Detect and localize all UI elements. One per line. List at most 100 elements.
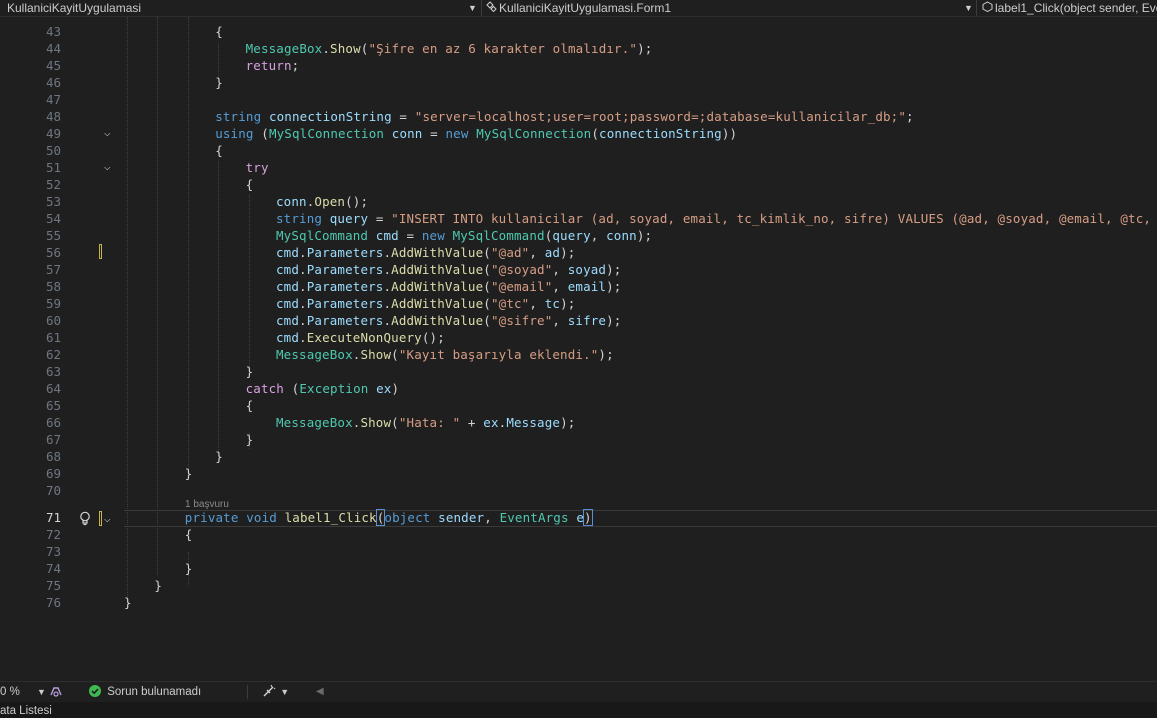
code-token: (); bbox=[421, 330, 445, 345]
code-line[interactable]: 52 { bbox=[0, 176, 1157, 193]
code-line[interactable]: 75} bbox=[0, 577, 1157, 594]
code-line[interactable]: 53 conn.Open(); bbox=[0, 193, 1157, 210]
code-token: } bbox=[184, 561, 193, 576]
code-text[interactable]: cmd.Parameters.AddWithValue("@soyad", so… bbox=[276, 261, 621, 278]
code-cleanup-button[interactable]: ▼ bbox=[262, 682, 289, 702]
code-token: "@sifre" bbox=[490, 313, 553, 328]
code-token: ); bbox=[598, 347, 614, 362]
code-text[interactable]: cmd.Parameters.AddWithValue("@sifre", si… bbox=[276, 312, 621, 329]
code-line[interactable]: 66 MessageBox.Show("Hata: " + ex.Message)… bbox=[0, 414, 1157, 431]
code-text[interactable]: } bbox=[215, 448, 223, 465]
code-line[interactable]: 59 cmd.Parameters.AddWithValue("@tc", tc)… bbox=[0, 295, 1157, 312]
code-line[interactable]: 69} bbox=[0, 465, 1157, 482]
code-text[interactable]: try bbox=[246, 159, 269, 176]
code-line[interactable]: 55 MySqlCommand cmd = new MySqlCommand(qu… bbox=[0, 227, 1157, 244]
code-text[interactable]: string connectionString = "server=localh… bbox=[215, 108, 914, 125]
code-text[interactable]: } bbox=[246, 363, 254, 380]
line-number: 76 bbox=[45, 595, 61, 610]
code-text[interactable]: } bbox=[154, 577, 162, 594]
code-line[interactable]: 47 bbox=[0, 91, 1157, 108]
code-token: return bbox=[245, 58, 292, 73]
code-token: , bbox=[590, 228, 607, 243]
code-token: connectionString bbox=[599, 126, 722, 141]
copilot-icon[interactable] bbox=[49, 682, 65, 702]
code-token: ); bbox=[636, 228, 653, 243]
code-line[interactable]: 54 string query = "INSERT INTO kullanicil… bbox=[0, 210, 1157, 227]
code-editor[interactable]: 1 başvuru ⌵ ⌵ ⌵ 43{44 MessageBox.Show("Şi… bbox=[0, 17, 1157, 681]
tab-error-list[interactable]: ata Listesi bbox=[0, 705, 52, 717]
code-text[interactable]: MessageBox.Show("Kayıt başarıyla eklendi… bbox=[276, 346, 614, 363]
code-line[interactable]: 46} bbox=[0, 74, 1157, 91]
code-line[interactable]: 63} bbox=[0, 363, 1157, 380]
code-token: } bbox=[215, 449, 223, 464]
code-line[interactable]: 62 MessageBox.Show("Kayıt başarıyla eklen… bbox=[0, 346, 1157, 363]
method-icon bbox=[980, 0, 994, 16]
code-line[interactable]: 50 { bbox=[0, 142, 1157, 159]
issues-indicator[interactable]: Sorun bulunamadı bbox=[89, 682, 201, 702]
code-text[interactable]: MessageBox.Show("Hata: " + ex.Message); bbox=[276, 414, 575, 431]
code-token: ); bbox=[560, 296, 576, 311]
code-line[interactable]: 64 catch (Exception ex) bbox=[0, 380, 1157, 397]
code-text[interactable]: cmd.ExecuteNonQuery(); bbox=[276, 329, 445, 346]
code-text[interactable]: string query = "INSERT INTO kullanicilar… bbox=[276, 210, 1157, 227]
code-line[interactable]: 58 cmd.Parameters.AddWithValue("@email", … bbox=[0, 278, 1157, 295]
code-line[interactable]: 67} bbox=[0, 431, 1157, 448]
code-line[interactable]: 51 try bbox=[0, 159, 1157, 176]
code-line[interactable]: 43 { bbox=[0, 23, 1157, 40]
code-text[interactable]: } bbox=[246, 431, 254, 448]
code-token: Parameters bbox=[306, 245, 384, 260]
code-line[interactable]: 65 { bbox=[0, 397, 1157, 414]
code-line[interactable]: 68} bbox=[0, 448, 1157, 465]
code-token: AddWithValue bbox=[391, 296, 484, 311]
code-line[interactable]: 71 private void label1_Click(object sende… bbox=[0, 509, 1157, 526]
zoom-dropdown[interactable]: 0 % ▼ bbox=[0, 682, 46, 702]
scroll-left-icon[interactable]: ◀ bbox=[316, 682, 324, 702]
code-text[interactable]: catch (Exception ex) bbox=[246, 380, 400, 397]
code-text[interactable]: MessageBox.Show("Şifre en az 6 karakter … bbox=[246, 40, 653, 57]
code-text[interactable]: { bbox=[215, 142, 223, 159]
code-token: MySqlCommand bbox=[276, 228, 369, 243]
code-line[interactable]: 44 MessageBox.Show("Şifre en az 6 karakte… bbox=[0, 40, 1157, 57]
code-line[interactable]: 60 cmd.Parameters.AddWithValue("@sifre", … bbox=[0, 312, 1157, 329]
code-text[interactable]: } bbox=[185, 465, 193, 482]
code-text[interactable]: cmd.Parameters.AddWithValue("@tc", tc); bbox=[276, 295, 575, 312]
code-line[interactable]: 73 bbox=[0, 543, 1157, 560]
code-token: sender bbox=[438, 510, 485, 525]
code-line[interactable]: 48 string connectionString = "server=loca… bbox=[0, 108, 1157, 125]
code-line[interactable]: 49 using (MySqlConnection conn = new MySq… bbox=[0, 125, 1157, 142]
code-token: } bbox=[245, 364, 254, 379]
code-token: Parameters bbox=[306, 262, 384, 277]
code-line[interactable]: 76} bbox=[0, 594, 1157, 611]
class-dropdown[interactable]: KullaniciKayitUygulamasi.Form1 ▼ bbox=[484, 0, 974, 16]
code-text[interactable]: { bbox=[246, 176, 254, 193]
code-line[interactable]: 57 cmd.Parameters.AddWithValue("@soyad", … bbox=[0, 261, 1157, 278]
code-text[interactable]: { bbox=[246, 397, 254, 414]
code-line[interactable]: 45 return; bbox=[0, 57, 1157, 74]
code-token: MySqlCommand bbox=[452, 228, 545, 243]
code-text[interactable]: } bbox=[185, 560, 193, 577]
member-dropdown[interactable]: label1_Click(object sender, Eve bbox=[980, 0, 1157, 16]
code-text[interactable]: cmd.Parameters.AddWithValue("@email", em… bbox=[276, 278, 621, 295]
code-text[interactable]: MySqlCommand cmd = new MySqlCommand(quer… bbox=[276, 227, 652, 244]
code-text[interactable]: { bbox=[185, 526, 193, 543]
code-line[interactable]: 74} bbox=[0, 560, 1157, 577]
code-text[interactable]: conn.Open(); bbox=[276, 193, 368, 210]
code-token: AddWithValue bbox=[391, 313, 484, 328]
code-text[interactable]: using (MySqlConnection conn = new MySqlC… bbox=[215, 125, 737, 142]
project-dropdown[interactable]: KullaniciKayitUygulamasi ▼ bbox=[0, 0, 480, 16]
code-text[interactable]: } bbox=[215, 74, 223, 91]
code-token: . bbox=[299, 245, 307, 260]
code-text[interactable]: private void label1_Click(object sender,… bbox=[185, 509, 593, 526]
code-token: tc bbox=[544, 296, 561, 311]
code-line[interactable]: 56 cmd.Parameters.AddWithValue("@ad", ad)… bbox=[0, 244, 1157, 261]
line-number: 67 bbox=[45, 432, 61, 447]
code-line[interactable]: 61 cmd.ExecuteNonQuery(); bbox=[0, 329, 1157, 346]
code-line[interactable]: 72 { bbox=[0, 526, 1157, 543]
code-text[interactable]: return; bbox=[246, 57, 300, 74]
code-text[interactable]: } bbox=[124, 594, 132, 611]
code-text[interactable]: { bbox=[215, 23, 223, 40]
code-text[interactable]: cmd.Parameters.AddWithValue("@ad", ad); bbox=[276, 244, 575, 261]
code-line[interactable]: 70 bbox=[0, 482, 1157, 499]
